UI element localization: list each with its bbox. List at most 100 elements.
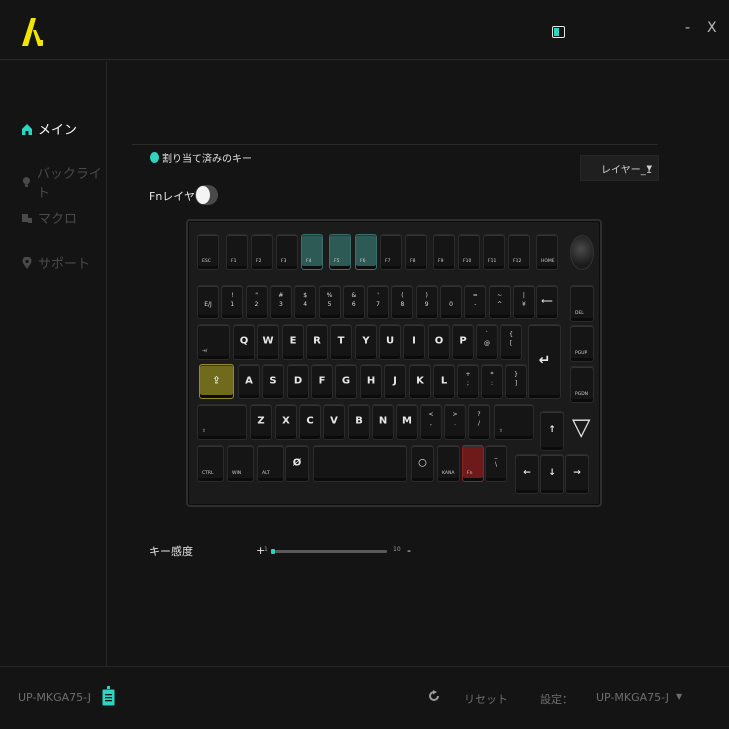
sidebar-item-macro[interactable]: マクロ <box>22 208 77 227</box>
key-row1-5[interactable]: % 5 <box>318 285 341 319</box>
key-left-arrow[interactable]: ← <box>515 454 539 494</box>
key-ctrl[interactable]: CTRL <box>197 445 224 482</box>
key-f4[interactable]: F4 <box>301 234 323 270</box>
key-f1[interactable]: F1 <box>226 234 248 270</box>
key-henkan[interactable]: ○ <box>411 445 434 482</box>
key-slash[interactable]: ? / <box>468 404 490 440</box>
key-down-arrow[interactable]: ↓ <box>540 454 564 494</box>
key-z[interactable]: Z <box>250 404 272 440</box>
key-f7[interactable]: F7 <box>380 234 402 270</box>
key-x[interactable]: X <box>275 404 297 440</box>
key-win[interactable]: WIN <box>227 445 254 482</box>
key-row1-11[interactable]: = - <box>464 285 487 319</box>
key-g[interactable]: G <box>335 364 357 399</box>
key-f[interactable]: F <box>311 364 333 399</box>
key-row1-2[interactable]: " 2 <box>245 285 268 319</box>
key-j[interactable]: J <box>384 364 406 399</box>
volume-knob[interactable] <box>570 235 594 270</box>
key-q[interactable]: Q <box>233 324 255 360</box>
key-row1-4[interactable]: $ 4 <box>294 285 317 319</box>
key-a[interactable]: A <box>238 364 260 399</box>
key-enter[interactable]: ↵ <box>528 324 561 399</box>
key-r[interactable]: R <box>306 324 328 360</box>
key-f6[interactable]: F6 <box>355 234 377 270</box>
key-lbracket[interactable]: { [ <box>500 324 522 360</box>
key-row1-3[interactable]: # 3 <box>269 285 292 319</box>
key-row1-9[interactable]: ) 9 <box>415 285 438 319</box>
key-esc[interactable]: ESC <box>197 234 219 270</box>
key-left-shift[interactable]: ⇧ <box>197 404 247 440</box>
settings-device-select[interactable]: UP-MKGA75-J <box>596 691 669 704</box>
key-row1-0[interactable]: E/J <box>197 285 219 319</box>
key-t[interactable]: T <box>330 324 352 360</box>
key-h[interactable]: H <box>360 364 382 399</box>
key-y[interactable]: Y <box>355 324 377 360</box>
key-n[interactable]: N <box>372 404 394 440</box>
key-comma[interactable]: < , <box>420 404 442 440</box>
key-row1-12[interactable]: ~ ^ <box>488 285 511 319</box>
chevron-down-icon[interactable]: ▼ <box>676 692 682 701</box>
sidebar-item-main[interactable]: メイン <box>22 119 77 138</box>
key-at[interactable]: ` @ <box>476 324 498 360</box>
key-fn[interactable]: Fn <box>462 445 484 482</box>
key-k[interactable]: K <box>409 364 431 399</box>
key-semicolon[interactable]: + ; <box>457 364 479 399</box>
sensitivity-minus-button[interactable]: - <box>407 544 411 557</box>
key-colon[interactable]: * : <box>481 364 503 399</box>
key-s[interactable]: S <box>262 364 284 399</box>
key-f3[interactable]: F3 <box>276 234 298 270</box>
key-f10[interactable]: F10 <box>458 234 480 270</box>
key-row1-8[interactable]: ( 8 <box>391 285 414 319</box>
key-row1-10[interactable]: 0 <box>440 285 462 319</box>
sidebar-item-support[interactable]: サポート <box>22 253 90 272</box>
key-home[interactable]: HOME <box>536 234 558 270</box>
key-f9[interactable]: F9 <box>433 234 455 270</box>
key-up-arrow[interactable]: ↑ <box>540 411 564 451</box>
key-row1-7[interactable]: ' 7 <box>367 285 390 319</box>
key-f2[interactable]: F2 <box>251 234 273 270</box>
key-m[interactable]: M <box>396 404 418 440</box>
key-rbracket[interactable]: } ] <box>505 364 527 399</box>
key-o[interactable]: O <box>428 324 450 360</box>
key-caps-lock[interactable]: ⇪ <box>199 364 234 399</box>
key-ro[interactable]: _ \ <box>485 445 507 482</box>
key-c[interactable]: C <box>299 404 321 440</box>
key-row1-1[interactable]: ! 1 <box>221 285 244 319</box>
key-alt[interactable]: ALT <box>257 445 284 482</box>
reset-button[interactable]: リセット <box>464 691 508 707</box>
key-d[interactable]: D <box>287 364 309 399</box>
sensitivity-slider[interactable] <box>271 549 387 554</box>
key-f8[interactable]: F8 <box>405 234 427 270</box>
key-muhenkan[interactable]: Ø <box>285 445 309 482</box>
fn-layer-toggle[interactable] <box>195 185 218 205</box>
key-row1-6[interactable]: & 6 <box>342 285 365 319</box>
minimize-button[interactable]: - <box>685 20 690 36</box>
sidebar-item-backlight[interactable]: バックライト <box>22 163 106 201</box>
key-tab[interactable]: ⇥/ <box>197 324 230 360</box>
close-button[interactable]: X <box>707 20 717 36</box>
key-pgup[interactable]: PGUP <box>570 325 594 362</box>
key-pgdn[interactable]: PGDN <box>570 366 594 403</box>
key-e[interactable]: E <box>282 324 304 360</box>
key-f12[interactable]: F12 <box>508 234 530 270</box>
key-kana[interactable]: KANA <box>437 445 460 482</box>
key-l[interactable]: L <box>433 364 455 399</box>
key-i[interactable]: I <box>403 324 425 360</box>
key-p[interactable]: P <box>452 324 474 360</box>
key-del[interactable]: DEL <box>570 285 594 322</box>
key-f11[interactable]: F11 <box>483 234 505 270</box>
key-u[interactable]: U <box>379 324 401 360</box>
layer-select[interactable]: レイヤー_1 ▼ <box>580 155 659 181</box>
reset-icon[interactable] <box>428 690 440 702</box>
key-period[interactable]: > . <box>444 404 466 440</box>
key-space[interactable] <box>313 445 407 482</box>
key-backspace[interactable]: ⟵ <box>536 285 558 319</box>
device-info-icon[interactable] <box>102 686 115 706</box>
key-row1-13[interactable]: | ¥ <box>512 285 535 319</box>
key-v[interactable]: V <box>323 404 345 440</box>
key-b[interactable]: B <box>348 404 370 440</box>
slider-thumb[interactable] <box>271 549 275 554</box>
key-right-shift[interactable]: ⇧ <box>494 404 534 440</box>
key-w[interactable]: W <box>257 324 279 360</box>
key-right-arrow[interactable]: → <box>565 454 589 494</box>
